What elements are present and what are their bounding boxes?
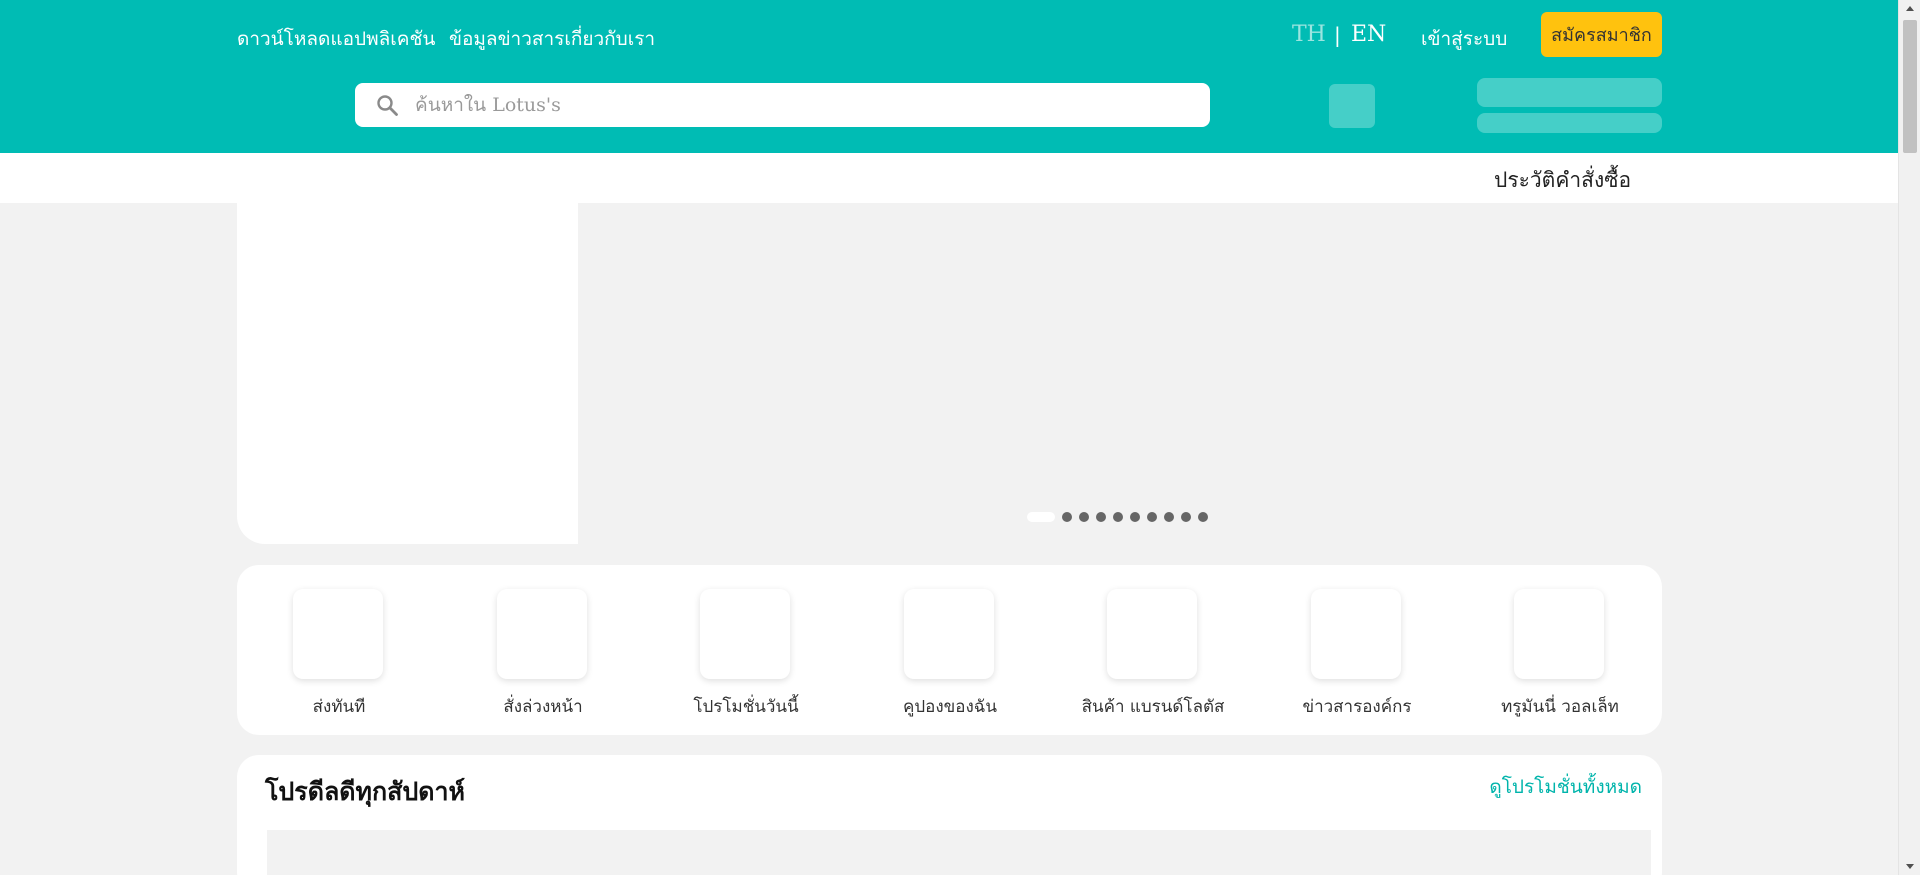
search-bar[interactable] — [355, 83, 1210, 127]
download-app-link[interactable]: ดาวน์โหลดแอปพลิเคชัน — [237, 24, 435, 54]
section-title: โปรดีลดีทุกสัปดาห์ — [265, 777, 466, 806]
carousel-dot[interactable] — [1027, 512, 1055, 522]
hero-side-panel — [237, 203, 578, 544]
carousel-dot[interactable] — [1147, 512, 1157, 522]
page-scrollbar[interactable] — [1898, 0, 1920, 875]
language-separator: | — [1334, 23, 1341, 47]
account-placeholder-line-2 — [1477, 113, 1662, 133]
carousel-dot[interactable] — [1164, 512, 1174, 522]
instant-delivery-icon — [293, 589, 383, 679]
category-label: สั่งล่วงหน้า — [503, 697, 583, 717]
carousel-dot[interactable] — [1096, 512, 1106, 522]
about-news-link[interactable]: ข้อมูลข่าวสารเกี่ยวกับเรา — [449, 24, 655, 54]
category-instant-delivery[interactable]: ส่งทันที — [237, 565, 441, 735]
category-corporate-news[interactable]: ข่าวสารองค์กร — [1255, 565, 1459, 735]
weekly-deals-section: โปรดีลดีทุกสัปดาห์ ดูโปรโมชั่นทั้งหมด — [237, 755, 1662, 875]
category-preorder[interactable]: สั่งล่วงหน้า — [441, 565, 645, 735]
order-history-link[interactable]: ประวัติคำสั่งซื้อ — [1494, 164, 1631, 197]
search-input[interactable] — [415, 83, 1195, 127]
category-lotus-brand[interactable]: สินค้า แบรนด์โลตัส — [1051, 565, 1255, 735]
category-label: ส่งทันที — [312, 697, 366, 717]
today-promotion-icon — [700, 589, 790, 679]
carousel-dot[interactable] — [1062, 512, 1072, 522]
category-my-coupons[interactable]: คูปองของฉัน — [848, 565, 1052, 735]
corporate-news-icon — [1311, 589, 1401, 679]
top-header: ดาวน์โหลดแอปพลิเคชัน ข้อมูลข่าวสารเกี่ยว… — [0, 0, 1898, 153]
category-label: สินค้า แบรนด์โลตัส — [1081, 697, 1225, 717]
language-en[interactable]: EN — [1351, 22, 1386, 47]
login-link[interactable]: เข้าสู่ระบบ — [1421, 24, 1507, 54]
category-label: ทรูมันนี่ วอลเล็ท — [1501, 697, 1619, 717]
scroll-up-arrow-icon[interactable] — [1899, 0, 1920, 18]
carousel-dot[interactable] — [1079, 512, 1089, 522]
category-truemoney-wallet[interactable]: ทรูมันนี่ วอลเล็ท — [1458, 565, 1662, 735]
coupon-icon — [904, 589, 994, 679]
category-label: โปรโมชั่นวันนี้ — [693, 697, 799, 717]
lotus-brand-icon — [1107, 589, 1197, 679]
carousel-dot[interactable] — [1130, 512, 1140, 522]
truemoney-wallet-icon — [1514, 589, 1604, 679]
signup-button[interactable]: สมัครสมาชิก — [1541, 12, 1662, 57]
carousel-dot[interactable] — [1181, 512, 1191, 522]
carousel-pagination — [1027, 511, 1208, 523]
account-placeholder-line-1 — [1477, 78, 1662, 107]
category-label: ข่าวสารองค์กร — [1302, 697, 1412, 717]
preorder-icon — [497, 589, 587, 679]
category-shortcuts: ส่งทันที สั่งล่วงหน้า โปรโมชั่นวันนี้ คู… — [237, 565, 1662, 735]
carousel-dot[interactable] — [1198, 512, 1208, 522]
search-icon — [377, 95, 398, 116]
sub-navigation: ประวัติคำสั่งซื้อ — [0, 153, 1898, 203]
scrollbar-thumb[interactable] — [1903, 20, 1917, 153]
cart-placeholder[interactable] — [1329, 84, 1375, 128]
category-label: คูปองของฉัน — [902, 697, 997, 717]
category-today-promotion[interactable]: โปรโมชั่นวันนี้ — [644, 565, 848, 735]
carousel-dot[interactable] — [1113, 512, 1123, 522]
scroll-down-arrow-icon[interactable] — [1899, 857, 1920, 875]
promo-banner-placeholder — [267, 830, 1651, 875]
see-all-promotions-link[interactable]: ดูโปรโมชั่นทั้งหมด — [1489, 772, 1642, 802]
language-th[interactable]: TH — [1292, 22, 1326, 47]
